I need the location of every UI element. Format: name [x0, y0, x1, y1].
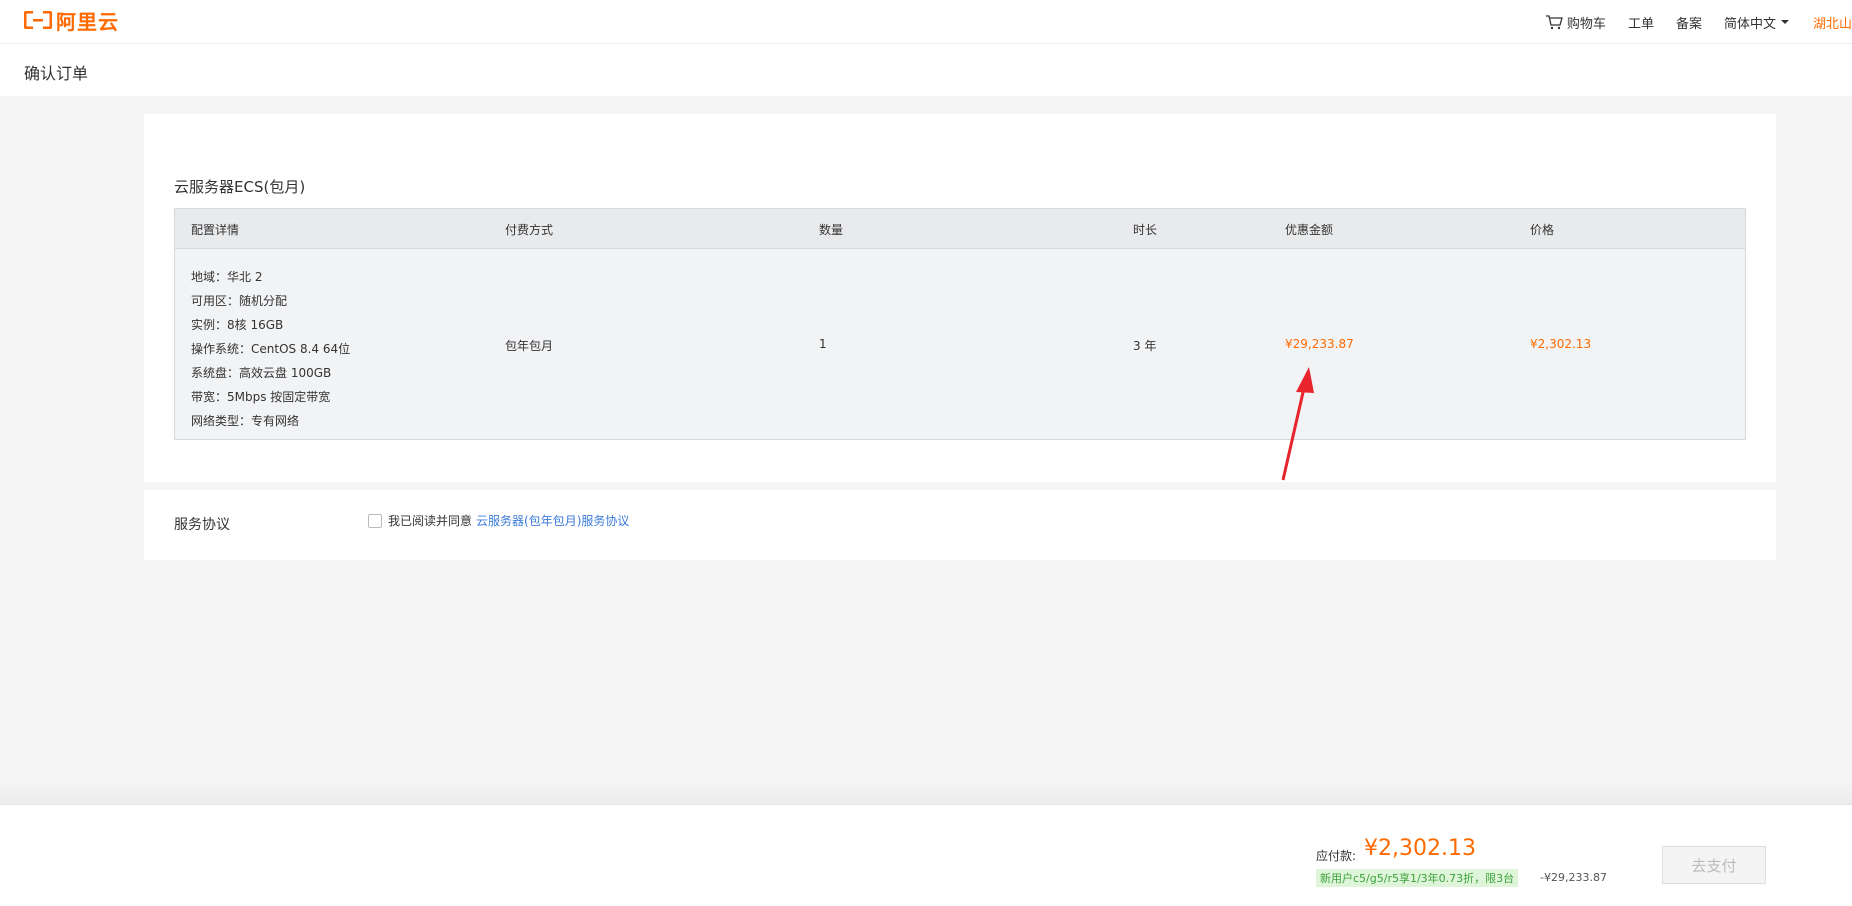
cart-link[interactable]: 购物车 [1545, 13, 1606, 32]
promo-amount: -¥29,233.87 [1540, 871, 1607, 884]
top-navbar: 阿里云 购物车 工单 备案 简体中文 湖北山 [0, 0, 1852, 44]
language-selector[interactable]: 简体中文 [1724, 13, 1789, 32]
detail-network: 网络类型：专有网络 [191, 414, 300, 428]
cart-icon [1545, 15, 1563, 30]
agreement-checkbox-text[interactable]: 我已阅读并同意 [388, 512, 472, 529]
cart-label: 购物车 [1566, 16, 1606, 32]
footer-shadow [0, 780, 1852, 804]
product-title: 云服务器ECS(包月) [174, 178, 306, 196]
cell-payment: 包年包月 [505, 339, 554, 353]
pay-label: 应付款: [1316, 849, 1357, 863]
filing-link[interactable]: 备案 [1676, 13, 1702, 32]
column-header-payment: 付费方式 [505, 223, 554, 237]
order-table: 配置详情 付费方式 数量 时长 优惠金额 价格 地域：华北 2 可用区：随机分配… [174, 208, 1746, 440]
cell-discount: ¥29,233.87 [1285, 337, 1354, 351]
cell-quantity: 1 [819, 337, 827, 351]
pay-button[interactable]: 去支付 [1662, 846, 1766, 884]
pay-amount: ¥2,302.13 [1364, 836, 1476, 861]
chevron-down-icon [1780, 20, 1789, 24]
cell-price: ¥2,302.13 [1530, 337, 1592, 351]
title-bar: 确认订单 [0, 44, 1852, 96]
table-header: 配置详情 付费方式 数量 时长 优惠金额 价格 [175, 209, 1745, 249]
order-card: 云服务器ECS(包月) 配置详情 付费方式 数量 时长 优惠金额 价格 地域：华… [144, 114, 1776, 482]
column-header-discount: 优惠金额 [1285, 223, 1334, 237]
column-header-duration: 时长 [1133, 223, 1158, 237]
detail-zone: 可用区：随机分配 [191, 294, 288, 308]
detail-instance: 实例：8核 16GB [191, 318, 284, 332]
detail-bandwidth: 带宽：5Mbps 按固定带宽 [191, 390, 331, 404]
agreement-card: 服务协议 我已阅读并同意 云服务器(包年包月)服务协议 [144, 490, 1776, 560]
page-title: 确认订单 [24, 64, 89, 83]
ticket-link[interactable]: 工单 [1628, 13, 1654, 32]
top-nav: 购物车 工单 备案 简体中文 湖北山 [1523, 0, 1852, 44]
agreement-checkbox[interactable] [368, 513, 382, 528]
language-label: 简体中文 [1723, 16, 1776, 32]
column-header-config: 配置详情 [191, 223, 240, 237]
agreement-link[interactable]: 云服务器(包年包月)服务协议 [476, 512, 629, 529]
aliyun-logo-icon [24, 11, 52, 29]
column-header-price: 价格 [1530, 223, 1555, 237]
user-account-link[interactable]: 湖北山 [1813, 13, 1852, 32]
detail-os: 操作系统：CentOS 8.4 64位 [191, 342, 351, 356]
agreement-label: 服务协议 [174, 517, 230, 533]
agreement-control: 我已阅读并同意 云服务器(包年包月)服务协议 [368, 512, 629, 529]
config-details: 地域：华北 2 可用区：随机分配 实例：8核 16GB 操作系统：CentOS … [191, 265, 350, 433]
promo-badge: 新用户c5/g5/r5享1/3年0.73折，限3台 [1316, 869, 1519, 887]
detail-disk: 系统盘：高效云盘 100GB [191, 366, 332, 380]
column-header-quantity: 数量 [819, 223, 844, 237]
payment-footer: 应付款: ¥2,302.13 新用户c5/g5/r5享1/3年0.73折，限3台… [0, 804, 1852, 906]
cell-duration: 3 年 [1133, 339, 1157, 353]
logo-text: 阿里云 [56, 9, 119, 34]
aliyun-logo[interactable]: 阿里云 [24, 9, 119, 34]
detail-region: 地域：华北 2 [191, 270, 263, 284]
